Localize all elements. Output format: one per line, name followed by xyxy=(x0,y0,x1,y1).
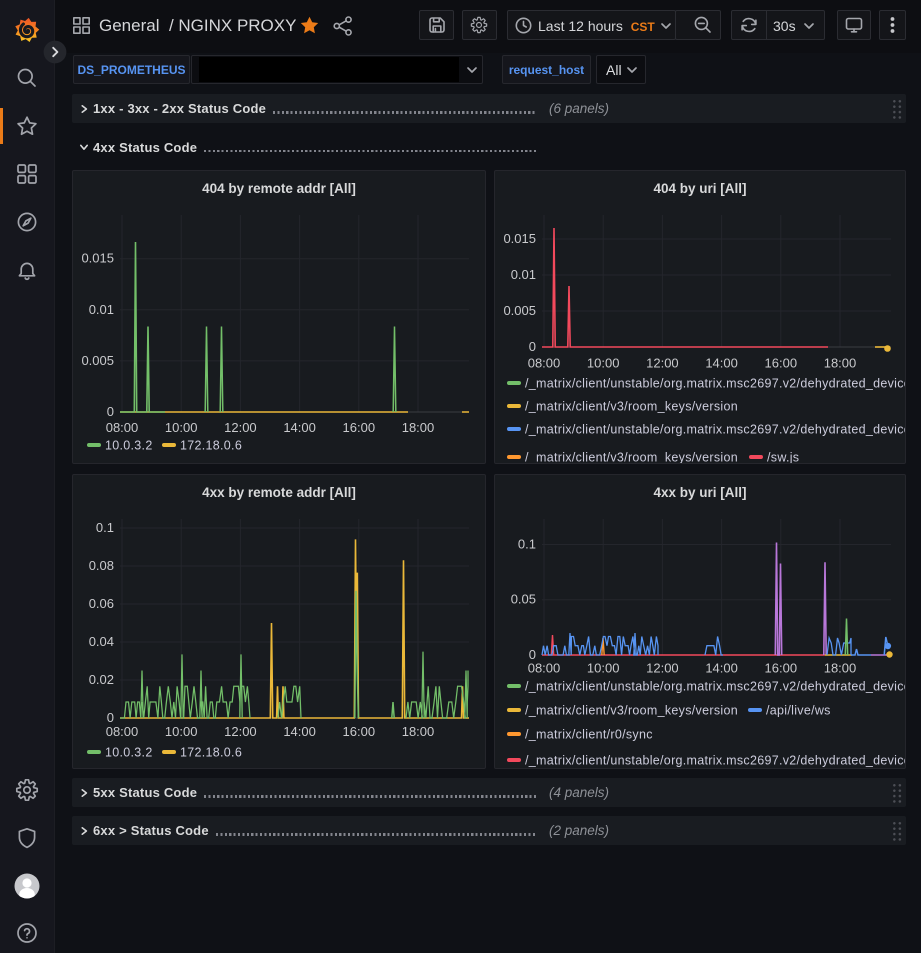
svg-text:16:00: 16:00 xyxy=(343,420,376,435)
svg-text:10.0.3.2: 10.0.3.2 xyxy=(105,439,153,453)
svg-text:172.18.0.6: 172.18.0.6 xyxy=(180,439,242,453)
svg-text:14:00: 14:00 xyxy=(283,420,316,435)
svg-text:0.08: 0.08 xyxy=(89,558,114,573)
svg-text:10:00: 10:00 xyxy=(587,356,620,371)
svg-text:0.005: 0.005 xyxy=(81,353,114,368)
svg-text:16:00: 16:00 xyxy=(765,661,798,676)
svg-text:18:00: 18:00 xyxy=(824,356,857,371)
svg-text:/_matrix/client/v3/room_keys/v: /_matrix/client/v3/room_keys/version xyxy=(525,400,738,414)
svg-text:10:00: 10:00 xyxy=(587,661,620,676)
svg-text:16:00: 16:00 xyxy=(765,356,798,371)
svg-text:08:00: 08:00 xyxy=(106,724,139,739)
svg-text:/_matrix/client/v3/room_keys/v: /_matrix/client/v3/room_keys/version xyxy=(525,704,738,718)
svg-text:0: 0 xyxy=(107,710,114,725)
svg-text:10.0.3.2: 10.0.3.2 xyxy=(105,746,153,760)
svg-text:/_matrix/client/unstable/org.m: /_matrix/client/unstable/org.matrix.msc2… xyxy=(525,377,905,391)
svg-text:/_matrix/client/unstable/org.m: /_matrix/client/unstable/org.matrix.msc2… xyxy=(525,754,905,768)
svg-text:0.05: 0.05 xyxy=(511,592,536,607)
svg-text:/sw.js: /sw.js xyxy=(767,451,799,464)
svg-text:10:00: 10:00 xyxy=(165,724,198,739)
svg-text:14:00: 14:00 xyxy=(283,724,316,739)
svg-text:/api/live/ws: /api/live/ws xyxy=(766,704,831,718)
svg-text:12:00: 12:00 xyxy=(646,356,679,371)
svg-text:14:00: 14:00 xyxy=(705,661,738,676)
svg-text:0.02: 0.02 xyxy=(89,672,114,687)
svg-text:14:00: 14:00 xyxy=(705,356,738,371)
svg-text:18:00: 18:00 xyxy=(402,420,435,435)
svg-text:0: 0 xyxy=(529,339,536,354)
svg-text:/_matrix/client/unstable/org.m: /_matrix/client/unstable/org.matrix.msc2… xyxy=(525,423,905,437)
svg-text:172.18.0.6: 172.18.0.6 xyxy=(180,746,242,760)
svg-text:12:00: 12:00 xyxy=(224,420,257,435)
svg-text:0.015: 0.015 xyxy=(503,231,536,246)
svg-text:08:00: 08:00 xyxy=(528,661,561,676)
svg-text:0.01: 0.01 xyxy=(89,302,114,317)
svg-text:/_matrix/client/r0/sync: /_matrix/client/r0/sync xyxy=(525,728,653,742)
svg-text:16:00: 16:00 xyxy=(343,724,376,739)
svg-text:10:00: 10:00 xyxy=(165,420,198,435)
svg-text:12:00: 12:00 xyxy=(646,661,679,676)
svg-text:0.1: 0.1 xyxy=(518,537,536,552)
svg-text:0.06: 0.06 xyxy=(89,596,114,611)
svg-text:0.04: 0.04 xyxy=(89,634,114,649)
svg-text:18:00: 18:00 xyxy=(824,661,857,676)
svg-text:0.015: 0.015 xyxy=(81,251,114,266)
svg-text:08:00: 08:00 xyxy=(528,356,561,371)
svg-text:/_matrix/client/unstable/org.m: /_matrix/client/unstable/org.matrix.msc2… xyxy=(525,680,905,694)
svg-text:18:00: 18:00 xyxy=(402,724,435,739)
svg-text:0: 0 xyxy=(107,404,114,419)
svg-text:/_matrix/client/v3/room_keys/v: /_matrix/client/v3/room_keys/version xyxy=(525,451,738,464)
svg-text:0.005: 0.005 xyxy=(503,303,536,318)
svg-text:0.1: 0.1 xyxy=(96,520,114,535)
svg-text:12:00: 12:00 xyxy=(224,724,257,739)
svg-text:08:00: 08:00 xyxy=(106,420,139,435)
svg-text:0.01: 0.01 xyxy=(511,267,536,282)
